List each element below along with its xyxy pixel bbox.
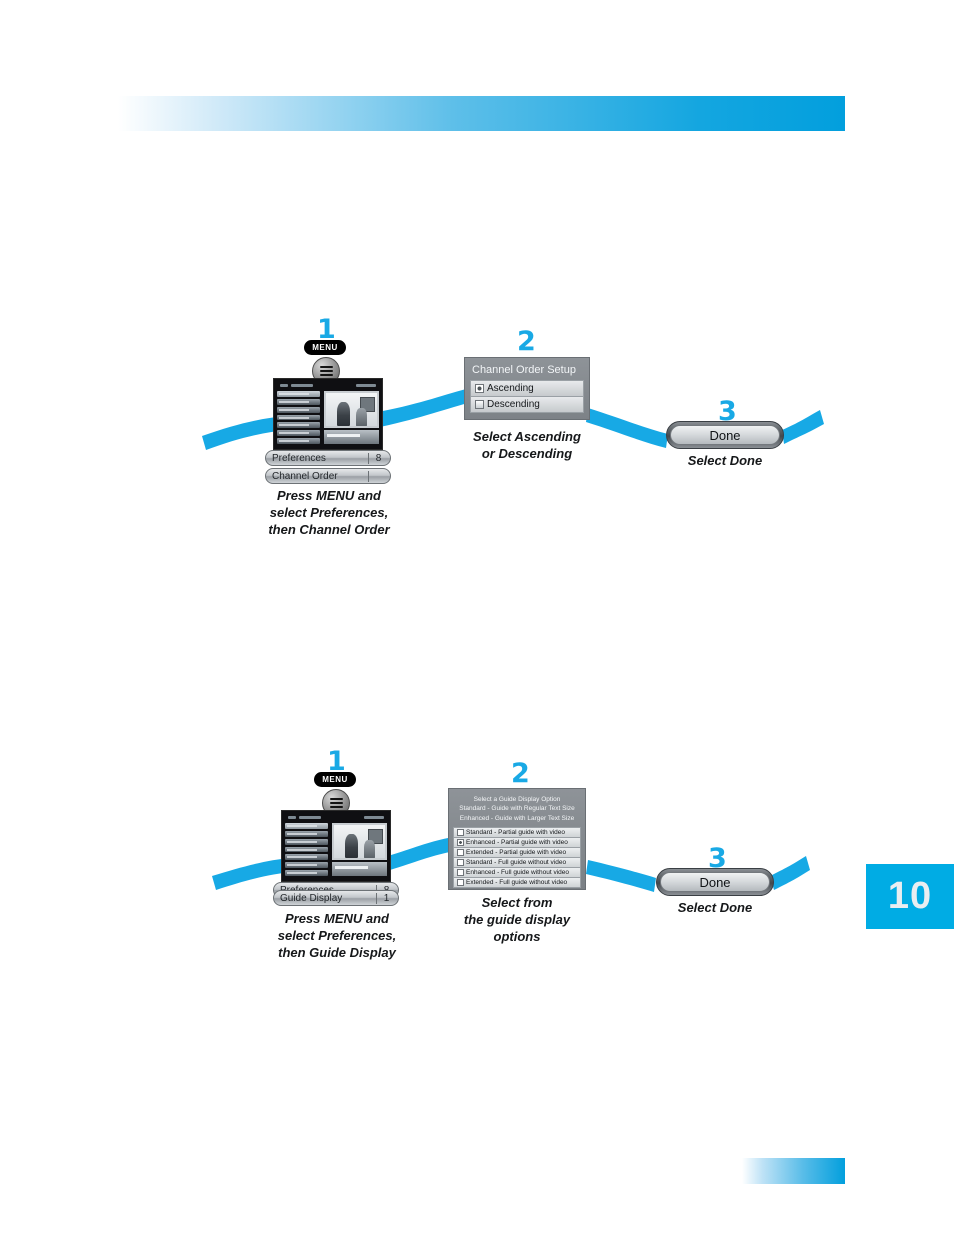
- menu-bar-channel-order[interactable]: Channel Order: [265, 468, 391, 484]
- caption-step2-channel-order: Select Ascending or Descending: [473, 429, 581, 462]
- tv-header-bar: [285, 814, 387, 821]
- menu-bar-label: Preferences: [272, 452, 326, 464]
- menu-bar-label: Guide Display: [280, 892, 343, 904]
- tv-video-preview: [331, 823, 387, 861]
- option-label: Ascending: [487, 383, 534, 394]
- radio-icon[interactable]: [457, 869, 464, 877]
- option-label: Enhanced - Partial guide with video: [466, 839, 568, 847]
- radio-icon[interactable]: [457, 859, 464, 867]
- done-button-label: Done: [660, 872, 770, 892]
- done-button-channel-order[interactable]: Done: [666, 421, 784, 449]
- dialog-option-list: Standard - Partial guide with video Enha…: [453, 827, 581, 889]
- tv-preview-pane: [331, 823, 387, 876]
- tv-video-preview: [323, 391, 379, 429]
- tv-header-bar: [277, 382, 379, 389]
- option-standard-full[interactable]: Standard - Full guide without video: [453, 857, 581, 868]
- option-label: Enhanced - Full guide without video: [466, 869, 569, 877]
- channel-order-setup-dialog: Channel Order Setup Ascending Descending: [464, 357, 590, 420]
- option-extended-full[interactable]: Extended - Full guide without video: [453, 877, 581, 889]
- radio-icon[interactable]: [475, 400, 484, 409]
- page-number-badge: 10: [866, 864, 954, 929]
- radio-icon[interactable]: [457, 839, 464, 847]
- flow-ribbons: [202, 388, 824, 892]
- tv-screen-thumbnail-guide-display: [281, 810, 391, 882]
- tv-menu-list: [277, 391, 320, 445]
- option-ascending[interactable]: Ascending: [470, 380, 584, 396]
- option-label: Extended - Full guide without video: [466, 879, 568, 887]
- step-number-1-guide-display: 1: [327, 746, 346, 777]
- option-label: Standard - Full guide without video: [466, 859, 567, 867]
- caption-step3-guide-display: Select Done: [677, 900, 753, 915]
- dialog-header-text: Select a Guide Display Option Standard -…: [459, 796, 575, 822]
- caption-step1-channel-order: Press MENU and select Preferences, then …: [268, 488, 390, 538]
- radio-icon[interactable]: [475, 384, 484, 393]
- dialog-option-list: Ascending Descending: [470, 380, 584, 413]
- tv-screen-thumbnail-channel-order: [273, 378, 383, 450]
- guide-display-option-dialog: Select a Guide Display Option Standard -…: [448, 788, 586, 890]
- radio-icon[interactable]: [457, 879, 464, 887]
- footer-gradient-bar: [742, 1158, 845, 1184]
- tv-info-strip: [331, 862, 387, 876]
- done-button-guide-display[interactable]: Done: [656, 868, 774, 896]
- menu-bar-value: 8: [375, 452, 382, 464]
- menu-button-label-channel-order[interactable]: MENU: [304, 340, 346, 355]
- header-gradient-bar: [118, 96, 845, 131]
- option-enhanced-partial[interactable]: Enhanced - Partial guide with video: [453, 837, 581, 848]
- option-label: Extended - Partial guide with video: [466, 849, 567, 857]
- manual-page: 10 1 MENU Preferences 8 Channel Order Pr…: [0, 0, 954, 1235]
- tv-body: [277, 391, 379, 445]
- caption-step2-guide-display: Select from the guide display options: [463, 895, 571, 945]
- radio-icon[interactable]: [457, 849, 464, 857]
- option-label: Standard - Partial guide with video: [466, 829, 566, 837]
- done-button-label: Done: [670, 425, 780, 445]
- radio-icon[interactable]: [457, 829, 464, 837]
- caption-step1-guide-display: Press MENU and select Preferences, then …: [277, 911, 397, 961]
- option-descending[interactable]: Descending: [470, 396, 584, 413]
- tv-menu-list: [285, 823, 328, 877]
- menu-bar-label: Channel Order: [272, 470, 338, 482]
- menu-bar-guide-display[interactable]: Guide Display 1: [273, 890, 399, 906]
- step-number-2-guide-display: 2: [511, 758, 530, 789]
- menu-button-label-guide-display[interactable]: MENU: [314, 772, 356, 787]
- option-extended-partial[interactable]: Extended - Partial guide with video: [453, 847, 581, 858]
- tv-preview-pane: [323, 391, 379, 444]
- menu-bar-value: 1: [383, 892, 390, 904]
- step-number-2-channel-order: 2: [517, 326, 536, 357]
- option-label: Descending: [487, 399, 540, 410]
- step-number-1-channel-order: 1: [317, 314, 336, 345]
- menu-bar-preferences-channel-order[interactable]: Preferences 8: [265, 450, 391, 466]
- tv-info-strip: [323, 430, 379, 444]
- tv-body: [285, 823, 387, 877]
- dialog-title: Channel Order Setup: [472, 364, 576, 376]
- option-standard-partial[interactable]: Standard - Partial guide with video: [453, 827, 581, 838]
- option-enhanced-full[interactable]: Enhanced - Full guide without video: [453, 867, 581, 878]
- caption-step3-channel-order: Select Done: [687, 453, 763, 468]
